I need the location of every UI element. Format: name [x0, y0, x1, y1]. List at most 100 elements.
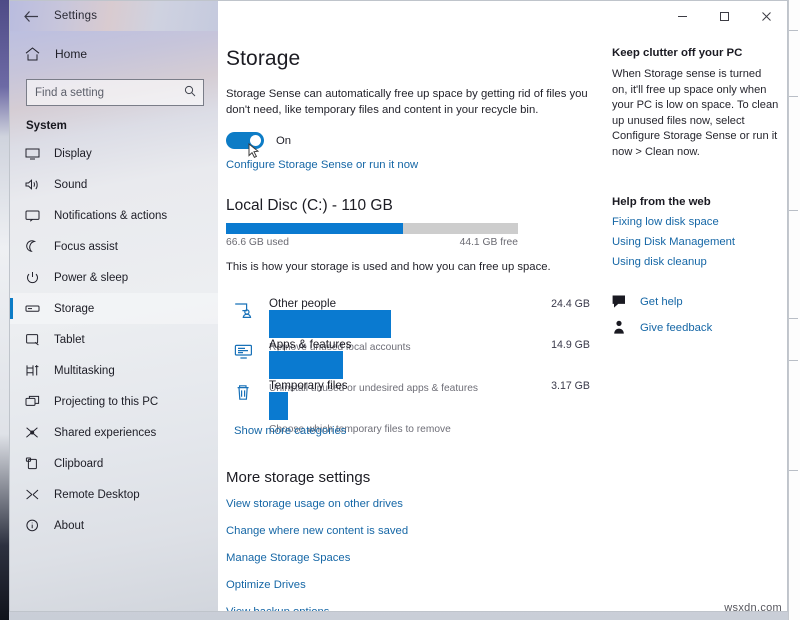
- help-web-link[interactable]: Using Disk Management: [612, 236, 779, 248]
- close-button[interactable]: [745, 1, 787, 31]
- more-storage-settings-link[interactable]: Manage Storage Spaces: [226, 552, 590, 564]
- title-bar-drag-region[interactable]: [218, 1, 661, 31]
- clutter-body: When Storage sense is turned on, it'll f…: [612, 67, 779, 160]
- search-container: [10, 69, 218, 106]
- background-window-line: [789, 30, 798, 31]
- more-storage-settings-links: View storage usage on other drives Change…: [226, 498, 590, 613]
- window-controls: [661, 1, 787, 31]
- sidebar-item-remote-desktop[interactable]: Remote Desktop: [10, 479, 218, 510]
- minimize-button[interactable]: [661, 1, 703, 31]
- home-icon: [24, 47, 41, 61]
- back-arrow-icon[interactable]: [22, 7, 40, 25]
- feedback-icon: [612, 320, 629, 335]
- sidebar-item-tablet[interactable]: Tablet: [10, 324, 218, 355]
- storage-category-name: Temporary files: [269, 379, 348, 392]
- storage-category-row[interactable]: Other people24.4 GBRemove unused local a…: [226, 290, 590, 331]
- storage-category-name: Other people: [269, 297, 336, 310]
- help-web-link[interactable]: Using disk cleanup: [612, 256, 779, 268]
- desktop-left-strip: [0, 0, 9, 620]
- power-icon: [24, 271, 41, 284]
- clipboard-icon: [24, 457, 41, 470]
- sidebar-item-focus-assist[interactable]: Focus assist: [10, 231, 218, 262]
- search-input[interactable]: [27, 80, 203, 105]
- sidebar-item-power-sleep[interactable]: Power & sleep: [10, 262, 218, 293]
- clutter-heading: Keep clutter off your PC: [612, 47, 779, 59]
- sidebar-item-about[interactable]: About: [10, 510, 218, 541]
- projecting-icon: [24, 395, 41, 408]
- sidebar-item-display[interactable]: Display: [10, 138, 218, 169]
- search-box[interactable]: [26, 79, 204, 106]
- content-area: Storage Storage Sense can automatically …: [218, 31, 787, 611]
- sidebar-item-multitasking[interactable]: Multitasking: [10, 355, 218, 386]
- sidebar-item-projecting-to-this-pc[interactable]: Projecting to this PC: [10, 386, 218, 417]
- moon-icon: [24, 240, 41, 253]
- support-link[interactable]: Give feedback: [640, 322, 712, 334]
- window-body: Home System Display Sound Notifications & …: [10, 31, 787, 611]
- background-window-right[interactable]: [788, 0, 800, 620]
- sidebar: Home System Display Sound Notifications & …: [10, 31, 218, 611]
- watermark: wsxdn.com: [724, 602, 782, 614]
- support-group: Get help Give feedback: [612, 294, 779, 335]
- more-storage-settings-link[interactable]: View backup options: [226, 606, 590, 613]
- drive-usage-bar-fill: [226, 223, 403, 234]
- share-icon: [24, 426, 41, 439]
- support-link[interactable]: Get help: [640, 296, 683, 308]
- sidebar-item-clipboard[interactable]: Clipboard: [10, 448, 218, 479]
- settings-window: Settings Home: [9, 0, 788, 612]
- support-row[interactable]: Get help: [612, 294, 779, 309]
- other-people-icon: [234, 297, 256, 325]
- sidebar-item-label: Focus assist: [54, 241, 118, 253]
- sidebar-item-label: Projecting to this PC: [54, 396, 158, 408]
- help-links-list: Fixing low disk space Using Disk Manageme…: [612, 216, 779, 268]
- monitor-icon: [24, 147, 41, 160]
- more-storage-settings-link[interactable]: View storage usage on other drives: [226, 498, 590, 510]
- background-window-line: [789, 96, 798, 97]
- main-column: Storage Storage Sense can automatically …: [218, 47, 600, 611]
- trash-icon: [234, 379, 256, 407]
- sidebar-item-sound[interactable]: Sound: [10, 169, 218, 200]
- window-title: Settings: [54, 10, 97, 22]
- sidebar-section-heading: System: [10, 106, 218, 138]
- aside-column: Keep clutter off your PC When Storage se…: [600, 47, 787, 611]
- storage-category-bar: [269, 392, 590, 420]
- remote-desktop-icon: [24, 488, 41, 501]
- speaker-icon: [24, 178, 41, 191]
- multitasking-icon: [24, 364, 41, 377]
- tablet-icon: [24, 333, 41, 346]
- sidebar-item-label: Sound: [54, 179, 87, 191]
- storage-sense-toggle-state: On: [276, 135, 291, 147]
- info-icon: [24, 519, 41, 532]
- storage-category-size: 3.17 GB: [551, 380, 590, 392]
- storage-category-bar: [269, 310, 590, 338]
- sidebar-item-label: Tablet: [54, 334, 85, 346]
- show-more-categories-link[interactable]: Show more categories: [234, 425, 346, 437]
- storage-category-name: Apps & features: [269, 338, 352, 351]
- sidebar-item-label: Storage: [54, 303, 94, 315]
- sidebar-item-storage[interactable]: Storage: [10, 293, 218, 324]
- storage-category-size: 24.4 GB: [551, 298, 590, 310]
- sidebar-item-label: Home: [55, 47, 87, 61]
- sidebar-item-notifications-actions[interactable]: Notifications & actions: [10, 200, 218, 231]
- sidebar-item-home[interactable]: Home: [10, 39, 218, 69]
- more-storage-settings-link[interactable]: Change where new content is saved: [226, 525, 590, 537]
- drive-usage-labels: 66.6 GB used 44.1 GB free: [226, 237, 518, 248]
- configure-storage-sense-link[interactable]: Configure Storage Sense or run it now: [226, 159, 418, 171]
- sidebar-item-label: Multitasking: [54, 365, 115, 377]
- maximize-button[interactable]: [703, 1, 745, 31]
- sidebar-item-label: Clipboard: [54, 458, 103, 470]
- more-storage-settings-link[interactable]: Optimize Drives: [226, 579, 590, 591]
- storage-sense-toggle[interactable]: [226, 132, 264, 149]
- sidebar-item-shared-experiences[interactable]: Shared experiences: [10, 417, 218, 448]
- sidebar-item-label: Remote Desktop: [54, 489, 140, 501]
- notification-icon: [24, 209, 41, 222]
- background-window-line: [789, 360, 798, 361]
- question-bubble-icon: [612, 294, 629, 309]
- support-row[interactable]: Give feedback: [612, 320, 779, 335]
- storage-category-size: 14.9 GB: [551, 339, 590, 351]
- sidebar-item-label: Power & sleep: [54, 272, 128, 284]
- background-window-line: [789, 318, 798, 319]
- title-bar: Settings: [10, 1, 787, 31]
- help-web-link[interactable]: Fixing low disk space: [612, 216, 779, 228]
- storage-category-bar: [269, 351, 590, 379]
- apps-features-icon: [234, 338, 256, 366]
